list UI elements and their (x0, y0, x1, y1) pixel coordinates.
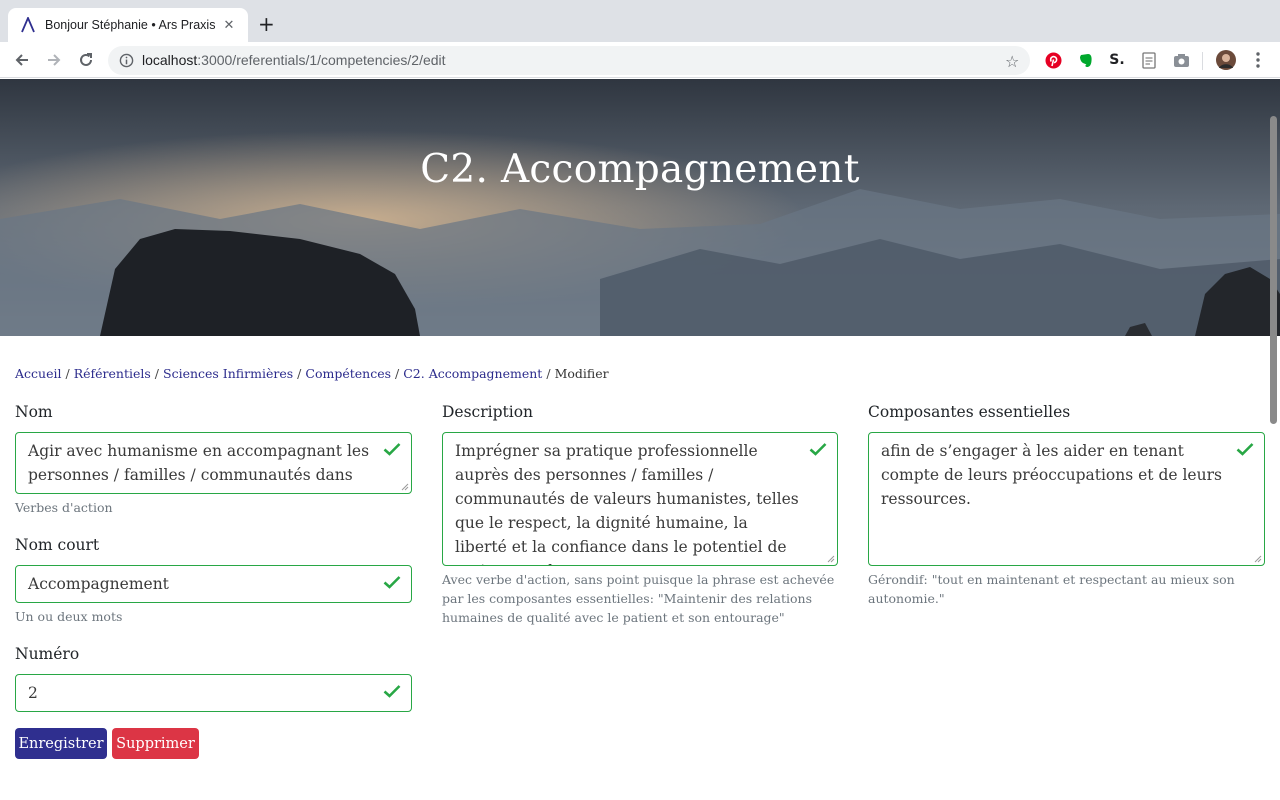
nom-court-label: Nom court (15, 536, 100, 554)
camera-icon[interactable] (1172, 51, 1190, 69)
composantes-hint: Gérondif: "tout en maintenant et respect… (868, 572, 1235, 606)
s-extension-icon[interactable]: S. (1108, 51, 1126, 69)
url-path: :3000/referentials/1/competencies/2/edit (197, 52, 446, 68)
back-icon[interactable] (10, 48, 34, 72)
breadcrumb-separator: / (154, 366, 160, 381)
valid-check-icon (383, 576, 401, 589)
composantes-label: Composantes essentielles (868, 403, 1071, 421)
breadcrumb-separator: / (395, 366, 400, 381)
star-icon[interactable]: ☆ (1005, 52, 1019, 71)
breadcrumb-current: Modifier (554, 366, 609, 381)
description-label: Description (442, 403, 534, 421)
composantes-textarea[interactable]: afin de s’engager à les aider en tenant … (868, 432, 1265, 566)
evernote-icon[interactable] (1076, 51, 1094, 69)
nom-textarea[interactable]: Agir avec humanisme en accompagnant les … (15, 432, 412, 494)
breadcrumb-link-referentiels[interactable]: Référentiels (74, 366, 151, 381)
info-icon[interactable] (119, 53, 134, 68)
document-icon[interactable] (1140, 51, 1158, 69)
url-host: localhost (142, 52, 198, 68)
nom-value: Agir avec humanisme en accompagnant les … (28, 442, 370, 484)
ars-praxis-favicon-icon (20, 17, 36, 33)
browser-tab[interactable]: Bonjour Stéphanie • Ars Praxis ✕ (8, 8, 248, 42)
breadcrumb: Accueil / Référentiels / Sciences Infirmière… (15, 366, 609, 381)
numero-input[interactable]: 2 (15, 674, 412, 712)
toolbar-divider (1202, 52, 1203, 70)
browser-tabstrip: Bonjour Stéphanie • Ars Praxis ✕ + (0, 0, 1280, 42)
resize-handle-icon[interactable] (1254, 555, 1262, 563)
breadcrumb-separator: / (546, 366, 551, 381)
close-tab-icon[interactable]: ✕ (220, 18, 238, 33)
landscape-image (0, 79, 1280, 336)
menu-icon[interactable] (1249, 51, 1267, 69)
reload-icon[interactable] (74, 48, 98, 72)
breadcrumb-separator: / (65, 366, 70, 381)
nom-label: Nom (15, 403, 53, 421)
hero-banner: C2. Accompagnement (0, 79, 1280, 336)
pinterest-icon[interactable] (1044, 51, 1062, 69)
breadcrumb-link-accueil[interactable]: Accueil (15, 366, 61, 381)
page-scrollbar[interactable] (1270, 116, 1277, 424)
breadcrumb-link-competences[interactable]: Compétences (305, 366, 391, 381)
avatar-icon[interactable] (1216, 50, 1236, 70)
new-tab-button[interactable]: + (258, 13, 275, 35)
url-text[interactable]: localhost:3000/referentials/1/competenci… (142, 52, 446, 68)
nom-hint: Verbes d'action (15, 500, 113, 515)
breadcrumb-link-sciences-infirmieres[interactable]: Sciences Infirmières (163, 366, 293, 381)
description-hint: Avec verbe d'action, sans point puisque … (442, 572, 835, 625)
nom-court-hint: Un ou deux mots (15, 609, 123, 624)
breadcrumb-link-competency[interactable]: C2. Accompagnement (403, 366, 542, 381)
browser-toolbar: localhost:3000/referentials/1/competenci… (0, 42, 1280, 78)
numero-label: Numéro (15, 645, 80, 663)
nom-court-value: Accompagnement (28, 575, 169, 593)
save-button[interactable]: Enregistrer (15, 728, 107, 759)
description-value: Imprégner sa pratique professionnelle au… (455, 442, 799, 565)
description-textarea[interactable]: Imprégner sa pratique professionnelle au… (442, 432, 838, 566)
valid-check-icon (809, 443, 827, 456)
tab-title: Bonjour Stéphanie • Ars Praxis (45, 18, 216, 32)
address-bar[interactable]: localhost:3000/referentials/1/competenci… (108, 46, 1030, 75)
delete-button[interactable]: Supprimer (112, 728, 199, 759)
breadcrumb-separator: / (297, 366, 302, 381)
valid-check-icon (383, 685, 401, 698)
valid-check-icon (1236, 443, 1254, 456)
forward-icon[interactable] (42, 48, 66, 72)
resize-handle-icon[interactable] (827, 555, 835, 563)
nom-court-input[interactable]: Accompagnement (15, 565, 412, 603)
page-title: C2. Accompagnement (420, 147, 860, 192)
valid-check-icon (383, 443, 401, 456)
numero-value: 2 (28, 684, 38, 702)
resize-handle-icon[interactable] (401, 483, 409, 491)
composantes-value: afin de s’engager à les aider en tenant … (881, 442, 1222, 508)
